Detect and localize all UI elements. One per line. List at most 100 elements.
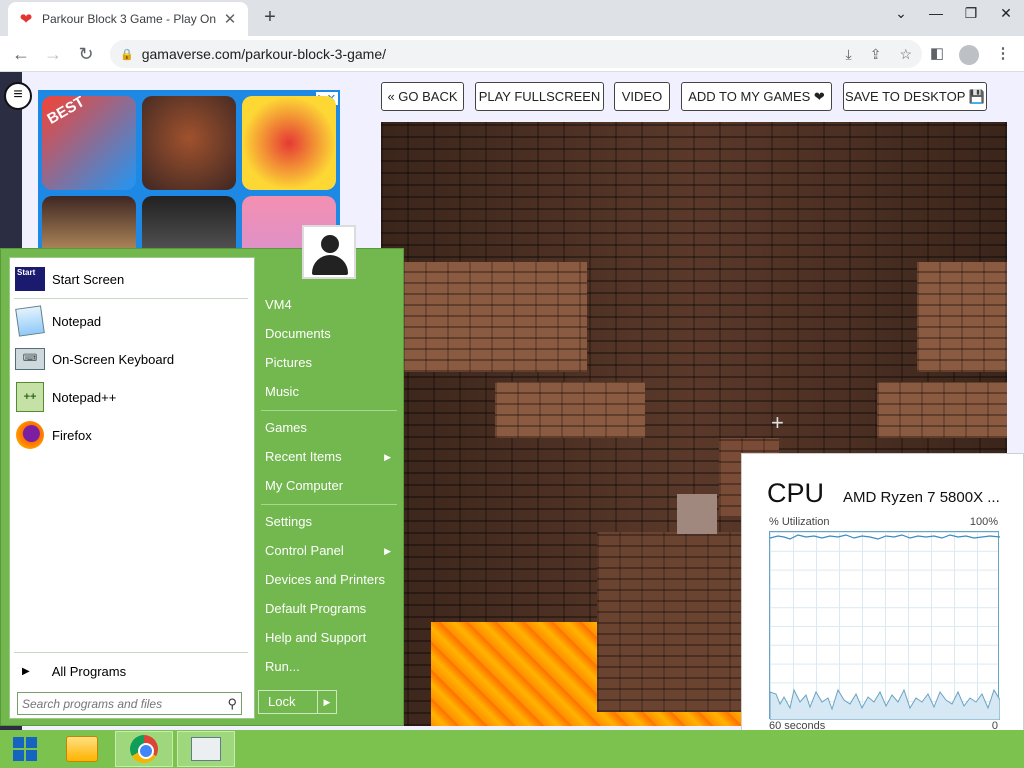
cpu-top-line [770, 534, 1000, 540]
all-programs-button[interactable]: ▶ All Programs [16, 658, 248, 684]
all-programs-label: All Programs [51, 663, 127, 679]
windows-logo-icon [13, 737, 37, 761]
new-tab-button[interactable]: + [258, 6, 282, 30]
start-link-user[interactable]: VM4 [265, 293, 397, 317]
resource-monitor-icon [191, 737, 221, 761]
heart-favicon-icon: ❤ [19, 11, 33, 28]
start-item-notepad[interactable]: Notepad [14, 304, 250, 338]
notepad-plus-plus-icon: ++ [16, 382, 44, 412]
video-button[interactable]: VIDEO [614, 82, 670, 111]
start-menu-programs-pane: Start Start Screen Notepad ⌨ On-Screen K… [9, 257, 255, 719]
start-item-label: Start Screen [52, 271, 125, 287]
start-link-help-support[interactable]: Help and Support [265, 626, 397, 650]
start-link-my-computer[interactable]: My Computer [265, 474, 397, 498]
browser-toolbar: ← → ↻ 🔒 gamaverse.com/parkour-block-3-ga… [0, 36, 1024, 72]
chrome-icon [130, 735, 158, 763]
share-icon[interactable]: ⇪ [870, 46, 882, 63]
taskbar-chrome[interactable] [115, 731, 173, 767]
control-panel-label: Control Panel [265, 543, 344, 558]
start-menu: Start Start Screen Notepad ⌨ On-Screen K… [0, 225, 404, 726]
submenu-arrow-icon: ▶ [384, 452, 391, 462]
ad-game-tile[interactable]: BEST [42, 96, 136, 190]
ad-game-tile[interactable] [242, 96, 336, 190]
cpu-graph-svg [770, 534, 1000, 720]
taskbar-resource-monitor[interactable] [177, 731, 235, 767]
start-item-on-screen-keyboard[interactable]: ⌨ On-Screen Keyboard [14, 342, 250, 376]
save-to-desktop-button[interactable]: SAVE TO DESKTOP 💾 [843, 82, 987, 111]
hamburger-menu-icon[interactable]: ≡ [4, 82, 32, 110]
browser-tab-strip: ❤ Parkour Block 3 Game - Play Onli ✕ + ⌄… [0, 0, 1024, 36]
url-text[interactable]: gamaverse.com/parkour-block-3-game/ [142, 46, 828, 62]
recent-items-label: Recent Items [265, 449, 342, 464]
close-window-button[interactable]: ✕ [989, 0, 1023, 28]
stone-block [677, 494, 717, 534]
start-link-devices-printers[interactable]: Devices and Printers [265, 568, 397, 592]
cpu-usage-graph [769, 531, 1000, 720]
start-link-music[interactable]: Music [265, 380, 397, 404]
taskbar-file-explorer[interactable] [53, 731, 111, 767]
user-avatar[interactable] [302, 225, 356, 279]
user-head-icon [321, 235, 339, 253]
ad-banner[interactable]: ▷✕ BEST [38, 90, 340, 290]
tab-title: Parkour Block 3 Game - Play Onli [42, 12, 216, 26]
brick-ledge [917, 262, 1007, 372]
play-fullscreen-button[interactable]: PLAY FULLSCREEN [475, 82, 604, 111]
search-icon[interactable]: ⚲ [227, 696, 237, 712]
brick-ledge [877, 382, 1007, 438]
start-link-control-panel[interactable]: Control Panel ▶ [265, 539, 397, 563]
bookmark-star-icon[interactable]: ☆ [899, 46, 912, 63]
start-link-documents[interactable]: Documents [265, 322, 397, 346]
tab-search-chevron-icon[interactable]: ⌄ [884, 0, 918, 28]
triangle-right-icon: ▶ [22, 665, 30, 677]
side-panel-icon[interactable]: ◧ [924, 42, 950, 68]
divider [261, 504, 397, 505]
firefox-icon [16, 421, 44, 449]
start-item-label: Notepad [52, 313, 102, 329]
divider [14, 298, 248, 299]
start-item-label: Notepad++ [52, 389, 117, 405]
start-search-input[interactable] [22, 696, 228, 711]
download-icon[interactable]: ⤓ [846, 46, 852, 63]
forward-button[interactable]: → [40, 41, 66, 67]
address-bar[interactable]: 🔒 gamaverse.com/parkour-block-3-game/ ⤓ … [110, 40, 922, 68]
start-link-games[interactable]: Games [265, 416, 397, 440]
cpu-low-band [770, 688, 1000, 720]
folder-icon [66, 736, 98, 762]
brick-ledge [381, 262, 587, 372]
profile-icon[interactable] [956, 42, 982, 68]
start-search-box[interactable]: ⚲ [17, 692, 242, 715]
brick-pillar [597, 532, 757, 712]
tab-close-icon[interactable]: ✕ [222, 10, 238, 28]
divider [14, 652, 248, 653]
reload-button[interactable]: ↻ [73, 41, 99, 67]
back-button[interactable]: ← [8, 41, 34, 67]
start-link-run[interactable]: Run... [265, 655, 397, 679]
start-item-notepad-plus-plus[interactable]: ++ Notepad++ [14, 380, 250, 414]
ad-tile-badge: BEST [44, 96, 88, 128]
restore-button[interactable]: ❐ [954, 0, 988, 28]
lock-icon[interactable]: 🔒 [120, 48, 134, 61]
brick-ledge [495, 382, 645, 438]
menu-icon[interactable]: ⋮ [990, 42, 1016, 68]
utilization-label: % Utilization [769, 516, 830, 528]
add-to-my-games-button[interactable]: ADD TO MY GAMES ❤ [681, 82, 832, 111]
go-back-button[interactable]: « GO BACK [381, 82, 464, 111]
start-item-firefox[interactable]: Firefox [14, 418, 250, 452]
start-link-default-programs[interactable]: Default Programs [265, 597, 397, 621]
cpu-monitor-widget: CPU AMD Ryzen 7 5800X ... % Utilization … [741, 453, 1024, 768]
start-item-start-screen[interactable]: Start Start Screen [14, 262, 250, 296]
cpu-title: CPU [767, 478, 825, 508]
start-button[interactable] [0, 730, 50, 768]
start-link-settings[interactable]: Settings [265, 510, 397, 534]
start-link-pictures[interactable]: Pictures [265, 351, 397, 375]
taskbar [0, 730, 1024, 768]
minimize-button[interactable]: — [919, 0, 953, 28]
lock-options-arrow-icon[interactable]: ▶ [317, 690, 337, 714]
divider [261, 410, 397, 411]
lock-button[interactable]: Lock [258, 690, 318, 714]
ad-game-tile[interactable] [142, 96, 236, 190]
crosshair-icon: + [771, 410, 784, 435]
notepad-icon [15, 305, 45, 337]
start-link-recent-items[interactable]: Recent Items ▶ [265, 445, 397, 469]
browser-tab[interactable]: ❤ Parkour Block 3 Game - Play Onli ✕ [8, 2, 248, 36]
